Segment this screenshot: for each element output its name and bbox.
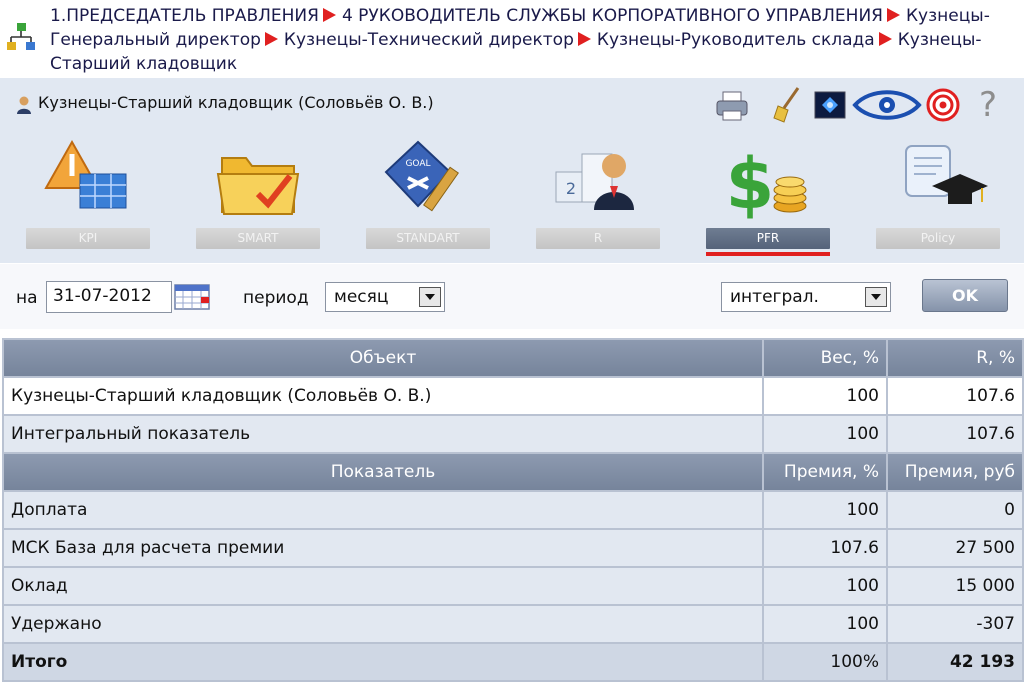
table-cell-bonus-rub: -307 <box>886 604 1024 644</box>
chevron-down-icon[interactable] <box>419 287 441 307</box>
ok-button[interactable]: OK <box>922 279 1008 312</box>
target-icon[interactable] <box>926 84 960 126</box>
module-smart[interactable]: SMART <box>196 136 320 256</box>
total-label: Итого <box>2 642 764 682</box>
goal-label: GOAL <box>405 159 430 169</box>
module-standart-button[interactable]: STANDART <box>366 228 490 249</box>
broom-icon[interactable] <box>770 84 804 126</box>
breadcrumb-item-chairman[interactable]: 1.ПРЕДСЕДАТЕЛЬ ПРАВЛЕНИЯ <box>50 6 319 26</box>
breadcrumb-arrow-icon <box>886 8 900 22</box>
kpi-warning-table-icon <box>44 139 127 209</box>
table-cell-weight: 100 <box>762 414 888 454</box>
header-panel: Кузнецы-Старший кладовщик (Соловьёв О. В… <box>0 78 1024 263</box>
module-r-button[interactable]: R <box>536 228 660 249</box>
table-row[interactable]: МСК База для расчета премии 107.6 27 500 <box>2 528 1024 568</box>
column-header-bonus-percent[interactable]: Премия, % <box>762 452 888 492</box>
module-r[interactable]: 2 R <box>536 136 660 256</box>
dollar-coins-icon: $ <box>726 143 807 224</box>
breadcrumb-arrow-icon <box>577 32 591 46</box>
smart-folder-icon <box>216 157 300 215</box>
table-row[interactable]: Кузнецы-Старший кладовщик (Соловьёв О. В… <box>2 376 1024 416</box>
table-cell-name: Удержано <box>2 604 764 644</box>
rating-podium-user-icon: 2 <box>555 153 634 210</box>
mode-select-value: интеграл. <box>730 287 819 307</box>
table-cell-bonus-percent: 107.6 <box>762 528 888 568</box>
table-header-row: Показатель Премия, % Премия, руб <box>2 452 1024 492</box>
breadcrumb-item-warehouse-head[interactable]: Кузнецы-Руководитель склада <box>597 30 875 50</box>
breadcrumb-trail: 1.ПРЕДСЕДАТЕЛЬ ПРАВЛЕНИЯ 4 РУКОВОДИТЕЛЬ С… <box>50 4 1010 76</box>
module-pfr[interactable]: $ PFR <box>706 136 830 256</box>
module-smart-button[interactable]: SMART <box>196 228 320 249</box>
table-cell-name: Доплата <box>2 490 764 530</box>
table-cell-name: Кузнецы-Старший кладовщик (Соловьёв О. В… <box>2 376 764 416</box>
table-cell-bonus-rub: 15 000 <box>886 566 1024 606</box>
table-cell-r: 107.6 <box>886 414 1024 454</box>
breadcrumb-arrow-icon <box>264 32 278 46</box>
user-icon <box>17 96 31 114</box>
table-row[interactable]: Интегральный показатель 100 107.6 <box>2 414 1024 454</box>
table-cell-name: МСК База для расчета премии <box>2 528 764 568</box>
print-icon[interactable] <box>714 84 750 126</box>
table-cell-name: Интегральный показатель <box>2 414 764 454</box>
current-user-label: Кузнецы-Старший кладовщик (Соловьёв О. В… <box>38 93 434 112</box>
table-cell-r: 107.6 <box>886 376 1024 416</box>
table-cell-bonus-rub: 0 <box>886 490 1024 530</box>
column-header-indicator[interactable]: Показатель <box>2 452 764 492</box>
column-header-bonus-rub[interactable]: Премия, руб <box>886 452 1024 492</box>
diploma-cap-icon <box>905 145 988 204</box>
table-row[interactable]: Оклад 100 15 000 <box>2 566 1024 606</box>
svg-text:$: $ <box>726 143 775 224</box>
total-bonus-rub: 42 193 <box>886 642 1024 682</box>
table-total-row: Итого 100% 42 193 <box>2 642 1024 682</box>
filter-bar: на 31-07-2012 период месяц интеграл. OK <box>0 263 1024 329</box>
results-table: Объект Вес, % R, % Кузнецы-Старший кладо… <box>2 338 1024 682</box>
column-header-object[interactable]: Объект <box>2 338 764 378</box>
active-tab-indicator <box>706 252 830 256</box>
module-policy[interactable]: Policy <box>876 136 1000 256</box>
period-label: период <box>243 288 309 308</box>
module-policy-button[interactable]: Policy <box>876 228 1000 249</box>
table-row[interactable]: Удержано 100 -307 <box>2 604 1024 644</box>
goal-ruler-icon: GOAL <box>384 140 459 212</box>
table-cell-name: Оклад <box>2 566 764 606</box>
module-pfr-button[interactable]: PFR <box>706 228 830 249</box>
help-icon[interactable]: ? <box>968 84 1008 126</box>
breadcrumb-arrow-icon <box>878 32 892 46</box>
mode-select[interactable]: интеграл. <box>721 282 891 312</box>
table-row[interactable]: Доплата 100 0 <box>2 490 1024 530</box>
date-field[interactable]: 31-07-2012 <box>46 281 172 313</box>
module-standart[interactable]: GOAL STANDART <box>366 136 490 256</box>
breadcrumb-item-corporate-head[interactable]: 4 РУКОВОДИТЕЛЬ СЛУЖБЫ КОРПОРАТИВНОГО УПР… <box>342 6 883 26</box>
total-bonus-percent: 100% <box>762 642 888 682</box>
table-cell-bonus-percent: 100 <box>762 490 888 530</box>
org-chart-icon[interactable] <box>6 22 36 56</box>
table-cell-weight: 100 <box>762 376 888 416</box>
table-cell-bonus-rub: 27 500 <box>886 528 1024 568</box>
date-label: на <box>16 288 38 308</box>
breadcrumb-arrow-icon <box>322 8 336 22</box>
column-header-weight[interactable]: Вес, % <box>762 338 888 378</box>
screen-icon[interactable] <box>812 84 848 126</box>
period-select-value: месяц <box>334 287 389 307</box>
module-kpi-button[interactable]: KPI <box>26 228 150 249</box>
view-eye-icon[interactable] <box>852 84 922 126</box>
table-cell-bonus-percent: 100 <box>762 566 888 606</box>
column-header-r[interactable]: R, % <box>886 338 1024 378</box>
chevron-down-icon[interactable] <box>865 287 887 307</box>
breadcrumb-bar: 1.ПРЕДСЕДАТЕЛЬ ПРАВЛЕНИЯ 4 РУКОВОДИТЕЛЬ С… <box>0 0 1024 78</box>
table-header-row: Объект Вес, % R, % <box>2 338 1024 378</box>
table-cell-bonus-percent: 100 <box>762 604 888 644</box>
period-select[interactable]: месяц <box>325 282 445 312</box>
breadcrumb-item-technical-director[interactable]: Кузнецы-Технический директор <box>284 30 574 50</box>
podium-number: 2 <box>566 179 576 198</box>
calendar-icon[interactable] <box>174 284 210 310</box>
module-kpi[interactable]: KPI <box>26 136 150 256</box>
